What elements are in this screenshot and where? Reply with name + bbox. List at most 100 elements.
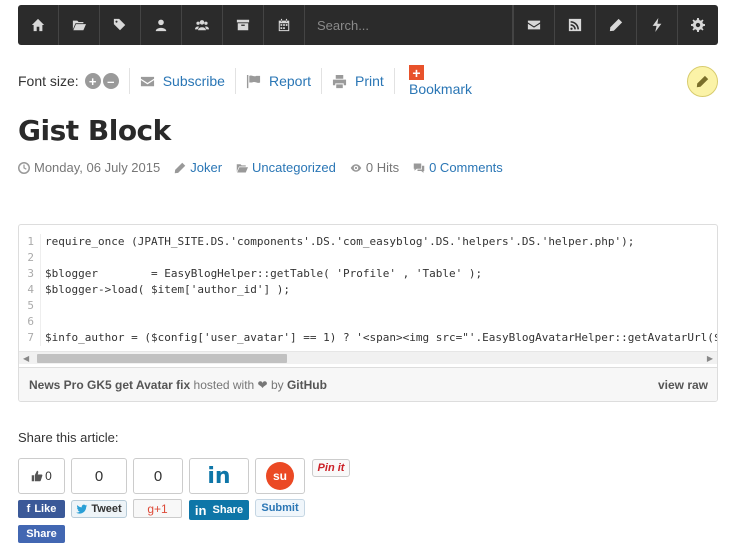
code-line: 7 $info_author = ($config['user_avatar'] …: [19, 330, 717, 346]
font-decrease-button[interactable]: –: [102, 73, 119, 89]
comments-link[interactable]: 0 Comments: [429, 160, 503, 175]
print-link[interactable]: Print: [332, 73, 384, 89]
bolt-icon[interactable]: [636, 5, 677, 45]
report-link[interactable]: Report: [246, 73, 311, 89]
flag-icon: [246, 74, 261, 88]
stumbleupon-count: su: [255, 458, 305, 494]
pencil-icon: [174, 162, 186, 173]
facebook-share-button[interactable]: Share: [18, 525, 65, 543]
share-label: Share this article:: [18, 430, 119, 445]
line-number: 6: [19, 314, 41, 330]
category-link[interactable]: Uncategorized: [252, 160, 336, 175]
font-increase-button[interactable]: +: [84, 73, 101, 89]
page-title: Gist Block: [18, 114, 171, 147]
hits-count: 0 Hits: [365, 160, 400, 175]
horizontal-scrollbar[interactable]: ◀ ▶: [19, 351, 717, 364]
code-line: 5: [19, 298, 717, 314]
eye-icon: [350, 163, 362, 172]
hits-item: 0 Hits: [350, 160, 399, 175]
subscribe-link[interactable]: Subscribe: [140, 73, 225, 89]
gist-embed: 1 require_once (JPATH_SITE.DS.'components…: [18, 224, 718, 402]
facebook-count-value: 0: [45, 469, 52, 483]
line-number: 3: [19, 266, 41, 282]
line-number: 2: [19, 250, 41, 266]
gist-code: 1 require_once (JPATH_SITE.DS.'components…: [19, 225, 717, 349]
gear-icon[interactable]: [677, 5, 718, 45]
line-code: $blogger = EasyBlogHelper::getTable( 'Pr…: [45, 267, 483, 280]
thumbs-up-icon: [31, 470, 43, 482]
tweet-label: Tweet: [91, 503, 122, 515]
twitter-icon: [76, 504, 88, 514]
edit-article-button[interactable]: [687, 66, 718, 97]
linkedin-share-button[interactable]: in Share: [189, 500, 249, 520]
search-input[interactable]: Search...: [305, 5, 513, 45]
calendar-icon[interactable]: [264, 5, 305, 45]
linkedin-logo-icon: in: [207, 463, 231, 489]
publish-date: Monday, 06 July 2015: [34, 160, 161, 175]
category-item[interactable]: Uncategorized: [236, 160, 336, 175]
line-number: 1: [19, 234, 41, 250]
line-code: $info_author = ($config['user_avatar'] =…: [45, 331, 717, 344]
gist-meta: News Pro GK5 get Avatar fix hosted with …: [29, 378, 327, 392]
clock-icon: [18, 161, 30, 174]
gplus-count: 0: [133, 458, 183, 494]
author-link[interactable]: Joker: [190, 160, 222, 175]
code-line: 4 $blogger->load( $item['author_id'] );: [19, 282, 717, 298]
gist-file-link[interactable]: News Pro GK5 get Avatar fix: [29, 378, 190, 392]
date-item: Monday, 06 July 2015: [18, 160, 160, 175]
article-tools: Font size: + – Subscribe Report Print: [18, 64, 405, 98]
report-label: Report: [268, 73, 311, 89]
code-line: 3 $blogger = EasyBlogHelper::getTable( 'P…: [19, 266, 717, 282]
article-meta: Monday, 06 July 2015 Joker Uncategorized…: [18, 160, 517, 175]
rss-icon[interactable]: [554, 5, 595, 45]
divider: [128, 68, 130, 94]
facebook-like-label: Like: [34, 503, 57, 515]
line-number: 4: [19, 282, 41, 298]
divider: [234, 68, 236, 94]
comments-icon: [413, 163, 425, 173]
print-icon: [332, 74, 347, 88]
bookmark-link[interactable]: + Bookmark: [409, 65, 472, 97]
view-raw-link[interactable]: view raw: [658, 378, 708, 392]
font-size-label: Font size:: [18, 73, 79, 89]
archive-icon[interactable]: [223, 5, 264, 45]
gplus-button[interactable]: g+1: [133, 499, 182, 518]
envelope-icon: [140, 76, 154, 86]
github-link[interactable]: GitHub: [287, 378, 327, 392]
pencil-icon[interactable]: [595, 5, 636, 45]
pencil-icon: [696, 75, 709, 88]
stumbleupon-submit-button[interactable]: Submit: [255, 499, 305, 517]
code-line: 6: [19, 314, 717, 330]
linkedin-icon: in: [194, 502, 207, 518]
facebook-like-button[interactable]: f Like: [18, 500, 65, 518]
folder-open-icon[interactable]: [59, 5, 100, 45]
line-code: $blogger->load( $item['author_id'] );: [45, 283, 291, 296]
pinterest-button[interactable]: Pin it: [312, 459, 350, 477]
envelope-icon[interactable]: [513, 5, 554, 45]
divider: [393, 68, 395, 94]
scroll-right-icon[interactable]: ▶: [707, 354, 713, 363]
hosted-with-text: hosted with ❤ by: [193, 378, 284, 392]
top-toolbar: Search...: [18, 5, 718, 45]
scrollbar-thumb[interactable]: [37, 354, 287, 363]
scroll-left-icon[interactable]: ◀: [23, 354, 29, 363]
user-icon[interactable]: [141, 5, 182, 45]
users-icon[interactable]: [182, 5, 223, 45]
folder-open-icon: [236, 163, 249, 172]
tags-icon[interactable]: [100, 5, 141, 45]
print-label: Print: [355, 73, 384, 89]
home-icon[interactable]: [18, 5, 59, 45]
author-item[interactable]: Joker: [174, 160, 222, 175]
tweet-button[interactable]: Tweet: [71, 500, 127, 518]
gist-footer: News Pro GK5 get Avatar fix hosted with …: [19, 367, 717, 401]
divider: [321, 68, 322, 94]
line-number: 5: [19, 298, 41, 314]
code-line: 1 require_once (JPATH_SITE.DS.'components…: [19, 234, 717, 250]
comments-item[interactable]: 0 Comments: [413, 160, 503, 175]
linkedin-count: in: [189, 458, 249, 494]
code-line: 2: [19, 250, 717, 266]
subscribe-label: Subscribe: [162, 73, 225, 89]
